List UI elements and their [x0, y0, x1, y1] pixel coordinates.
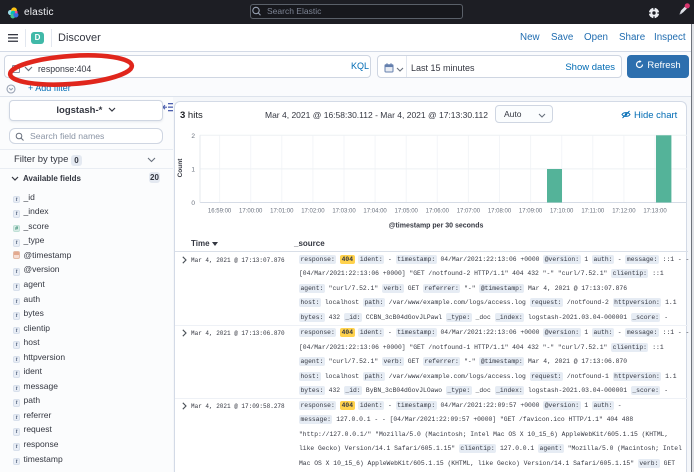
svg-text:17:09:00: 17:09:00	[519, 209, 543, 215]
svg-text:0: 0	[191, 200, 195, 207]
svg-text:17:02:00: 17:02:00	[301, 209, 325, 215]
svg-text:17:00:00: 17:00:00	[239, 209, 263, 215]
svg-text:17:04:00: 17:04:00	[363, 209, 387, 215]
svg-text:17:05:00: 17:05:00	[395, 209, 419, 215]
svg-text:1: 1	[191, 167, 195, 174]
svg-text:2: 2	[191, 133, 195, 140]
svg-text:Count: Count	[177, 158, 184, 178]
svg-text:17:06:00: 17:06:00	[426, 209, 450, 215]
svg-text:17:11:00: 17:11:00	[581, 209, 605, 215]
svg-text:16:59:00: 16:59:00	[208, 209, 232, 215]
svg-text:17:08:00: 17:08:00	[488, 209, 512, 215]
svg-text:17:12:00: 17:12:00	[612, 209, 636, 215]
svg-text:17:03:00: 17:03:00	[332, 209, 356, 215]
svg-text:17:10:00: 17:10:00	[550, 209, 574, 215]
svg-text:17:13:00: 17:13:00	[643, 209, 667, 215]
svg-text:17:01:00: 17:01:00	[270, 209, 294, 215]
svg-text:@timestamp per 30 seconds: @timestamp per 30 seconds	[389, 223, 484, 230]
svg-text:17:07:00: 17:07:00	[457, 209, 481, 215]
